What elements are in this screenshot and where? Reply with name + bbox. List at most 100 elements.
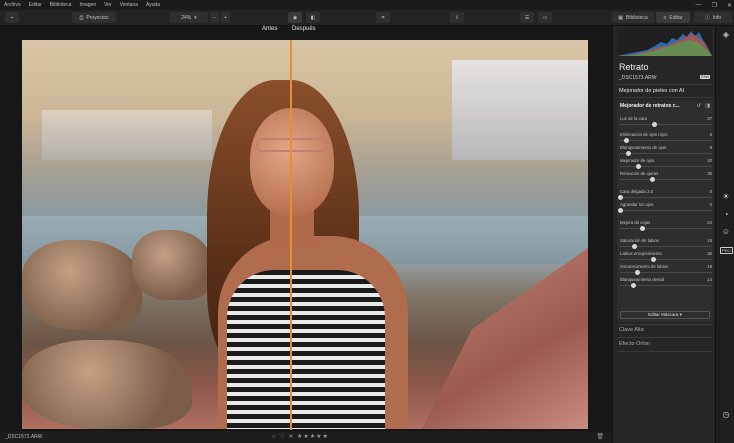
toggle-icon[interactable]: ◨	[705, 103, 710, 109]
slider-row[interactable]: Eliminación de ojos rojos 6	[620, 132, 712, 145]
section-efecto-orton[interactable]: Efecto Orton	[619, 341, 650, 347]
tab-info[interactable]: ⓘ Info	[694, 12, 732, 23]
menu-biblioteca[interactable]: Biblioteca	[50, 0, 72, 10]
slider-row[interactable]: Luz de la cara 37	[620, 116, 712, 129]
slider-value[interactable]: 37	[707, 116, 712, 121]
slider-knob[interactable]	[631, 244, 637, 249]
slider-track[interactable]	[620, 179, 712, 180]
menu-ver[interactable]: Ver	[104, 0, 112, 10]
slider-knob[interactable]	[618, 195, 623, 200]
slider-knob[interactable]	[623, 138, 629, 143]
slider-row[interactable]: Mejorador de ojos 20	[620, 158, 712, 171]
reset-icon[interactable]: ↺	[697, 103, 701, 109]
slider-row[interactable]: Mejora de cejas 24	[620, 220, 712, 233]
slider-value[interactable]: 14	[707, 277, 712, 282]
slider-value[interactable]: 24	[707, 220, 712, 225]
slider-track[interactable]	[620, 153, 712, 154]
slider-value[interactable]: 36	[707, 251, 712, 256]
menu-ventana[interactable]: Ventana	[120, 0, 138, 10]
add-button[interactable]: +	[5, 12, 19, 23]
slider-value[interactable]: 19	[707, 264, 712, 269]
edit-mask-button[interactable]: Editar Máscara ▾	[620, 311, 710, 319]
rating-controls[interactable]: ○ ♡ ✕ ★★★★★	[272, 433, 329, 440]
slider-row[interactable]: Labios enrojecimiento 36	[620, 251, 712, 264]
slider-track[interactable]	[620, 272, 712, 273]
tab-biblioteca[interactable]: ▦ Biblioteca	[612, 12, 654, 23]
slider-row[interactable]: Blanqueamiento dental 14	[620, 277, 712, 290]
pro-icon[interactable]: PRO	[720, 245, 733, 254]
face-icon[interactable]: ☺	[720, 227, 732, 236]
card-title[interactable]: Mejorador de retratos c...	[620, 103, 680, 109]
close-button[interactable]: ✕	[727, 2, 732, 9]
menu-archivo[interactable]: Archivo	[4, 0, 21, 10]
slider-track[interactable]	[620, 228, 712, 229]
sun-icon[interactable]: ☀	[720, 192, 732, 201]
slider-value[interactable]: 6	[710, 132, 712, 137]
raw-badge: RAW	[699, 75, 710, 79]
slider-row[interactable]: Saturación de labios 15	[620, 238, 712, 251]
panel-filename: _DSC1573.ARW	[619, 75, 657, 81]
before-after-toggle[interactable]: ◉	[288, 12, 302, 23]
share-button[interactable]: ⇪	[450, 12, 464, 23]
section-clave-alta[interactable]: Clave Alta	[619, 327, 644, 333]
before-label: Antes	[262, 26, 278, 32]
minimize-button[interactable]: —	[696, 2, 702, 8]
slider-value[interactable]: 15	[707, 238, 712, 243]
single-view-button[interactable]: ▭	[538, 12, 552, 23]
slider-value[interactable]: 0	[710, 202, 712, 207]
portrait-enhancer-card: Mejorador de retratos c... ↺ ◨ Luz de la…	[617, 100, 713, 322]
zoom-out-button[interactable]: −	[210, 12, 219, 23]
tab-info-label: Info	[712, 14, 722, 21]
zoom-select[interactable]: 24% ▾	[170, 12, 208, 23]
slider-track[interactable]	[620, 124, 712, 125]
zoom-in-button[interactable]: +	[221, 12, 230, 23]
slider-value[interactable]: 20	[707, 158, 712, 163]
slider-knob[interactable]	[636, 164, 642, 169]
slider-knob[interactable]	[618, 208, 623, 213]
crop-button[interactable]: ⌗	[376, 12, 390, 23]
trash-icon[interactable]: 🗑	[596, 433, 604, 440]
slider-knob[interactable]	[651, 257, 657, 262]
maximize-button[interactable]: ❐	[712, 2, 717, 9]
slider-track[interactable]	[620, 197, 712, 198]
before-after-divider[interactable]	[290, 40, 292, 430]
slider-label: Cara delgada 2.0	[620, 189, 653, 194]
slider-label: Saturación de labios	[620, 238, 659, 243]
menu-imagen[interactable]: Imagen	[79, 0, 96, 10]
slider-track[interactable]	[620, 166, 712, 167]
divider	[617, 337, 712, 338]
divider	[617, 324, 712, 325]
slider-value[interactable]: 9	[710, 145, 712, 150]
panel-title: Retrato	[619, 62, 649, 72]
projects-button[interactable]: ⎙ Proyectos	[72, 12, 116, 23]
slider-knob[interactable]	[626, 151, 632, 156]
tab-editar[interactable]: ≡ Editar	[656, 12, 690, 23]
slider-track[interactable]	[620, 210, 712, 211]
image-canvas[interactable]: Antes Después	[0, 26, 612, 430]
slider-row[interactable]: Cara delgada 2.0 0	[618, 189, 712, 202]
slider-value[interactable]: 35	[707, 171, 712, 176]
slider-row[interactable]: Blanqueamiento de ojos 9	[620, 145, 712, 158]
slider-knob[interactable]	[640, 226, 646, 231]
slider-knob[interactable]	[630, 283, 636, 288]
slider-track[interactable]	[620, 259, 712, 260]
history-icon[interactable]: ◷	[720, 410, 732, 419]
background-building	[452, 60, 588, 160]
slider-knob[interactable]	[650, 177, 656, 182]
grid-icon: ☰	[524, 14, 530, 21]
filmstrip-button[interactable]: ☰	[520, 12, 534, 23]
layers-icon[interactable]: ◈	[720, 30, 732, 39]
slider-knob[interactable]	[652, 122, 658, 127]
slider-track[interactable]	[620, 140, 712, 141]
slider-value[interactable]: 0	[710, 189, 712, 194]
menu-editar[interactable]: Editar	[29, 0, 42, 10]
slider-label: Blanqueamiento dental	[620, 277, 664, 282]
section-skin-enhancer[interactable]: Mejorador de pieles con AI	[619, 88, 684, 94]
slider-row[interactable]: Agrandar los ojos 0	[618, 202, 712, 215]
slider-row[interactable]: Remoción de ojeras 35	[620, 171, 712, 184]
slider-row[interactable]: Oscurecimiento de labios 19	[620, 264, 712, 277]
menu-ayuda[interactable]: Ayuda	[146, 0, 160, 10]
split-view-button[interactable]: ◧	[306, 12, 320, 23]
slider-knob[interactable]	[635, 270, 641, 275]
palette-icon[interactable]: ◔	[720, 210, 732, 219]
